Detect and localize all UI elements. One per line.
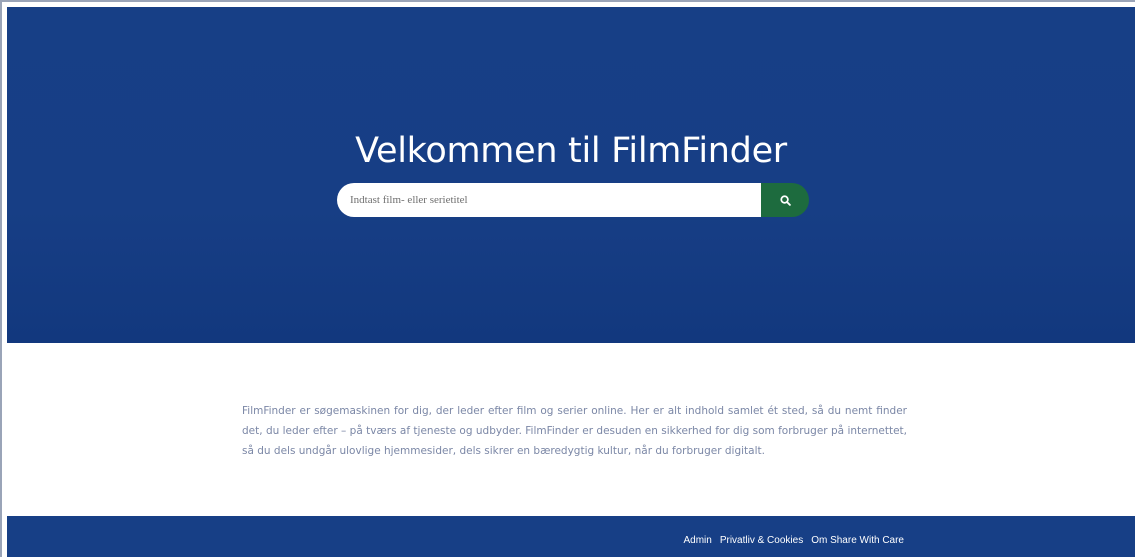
footer-nav: Admin Privatliv & Cookies Om Share With … bbox=[683, 535, 904, 546]
page-title: Velkommen til FilmFinder bbox=[355, 131, 787, 171]
footer-link-admin[interactable]: Admin bbox=[683, 535, 711, 546]
search-form bbox=[337, 183, 809, 217]
page: Velkommen til FilmFinder FilmFinder er s… bbox=[0, 0, 1135, 557]
intro-paragraph: FilmFinder er søgemaskinen for dig, der … bbox=[242, 405, 907, 457]
hero-banner: Velkommen til FilmFinder bbox=[7, 7, 1135, 343]
search-button[interactable] bbox=[761, 183, 809, 217]
search-input[interactable] bbox=[337, 183, 761, 217]
footer-link-about-share-with-care[interactable]: Om Share With Care bbox=[811, 535, 904, 546]
search-icon bbox=[779, 194, 791, 206]
footer: Admin Privatliv & Cookies Om Share With … bbox=[7, 516, 1135, 557]
main-content: FilmFinder er søgemaskinen for dig, der … bbox=[7, 343, 1135, 516]
footer-link-privacy-cookies[interactable]: Privatliv & Cookies bbox=[720, 535, 803, 546]
